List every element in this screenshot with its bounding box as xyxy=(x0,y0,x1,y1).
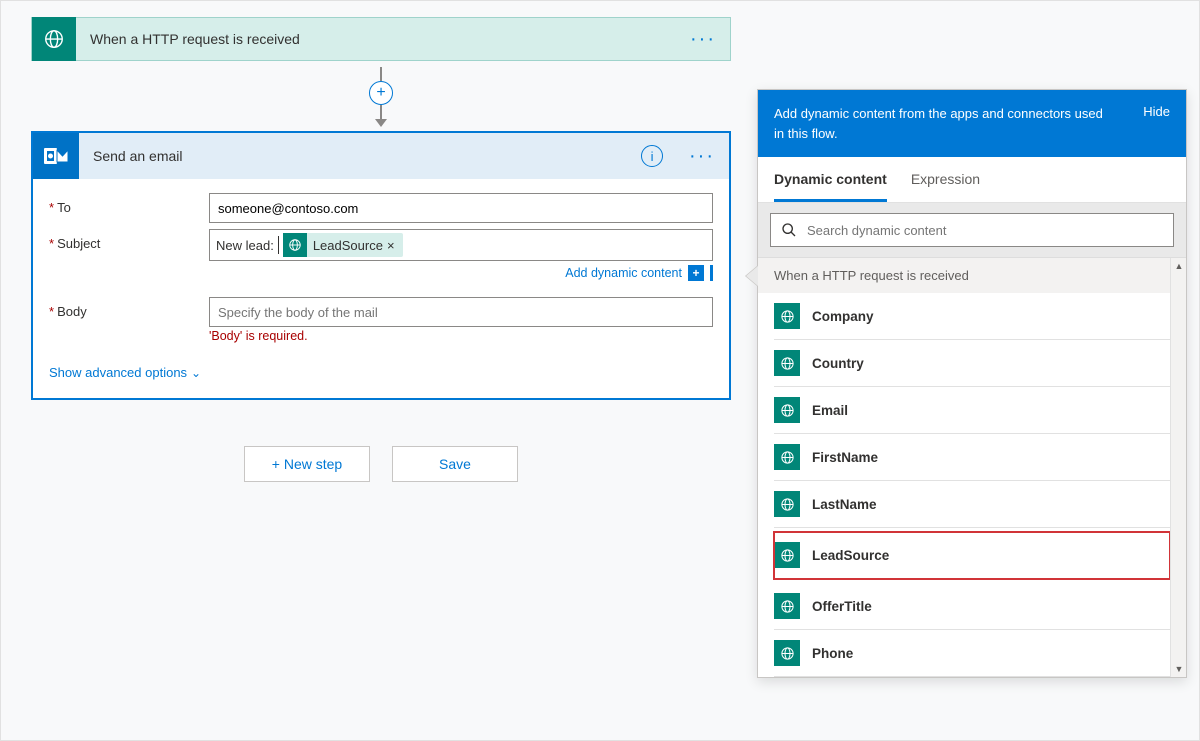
outlook-icon xyxy=(33,133,79,179)
dynamic-item-firstname[interactable]: FirstName xyxy=(774,434,1170,481)
to-label: *To xyxy=(49,193,209,215)
connector-arrow: + xyxy=(31,67,731,127)
send-email-header[interactable]: Send an email i ··· xyxy=(33,133,729,179)
dynamic-item-label: LeadSource xyxy=(812,548,889,563)
http-trigger-icon xyxy=(774,491,800,517)
subject-input[interactable]: New lead: LeadSource × xyxy=(209,229,713,261)
insert-marker-icon xyxy=(710,265,713,281)
http-trigger-icon xyxy=(283,233,307,257)
dynamic-item-label: Country xyxy=(812,356,864,371)
send-email-card: Send an email i ··· *To *Subject New lea… xyxy=(31,131,731,400)
trigger-menu-icon[interactable]: ··· xyxy=(676,28,730,51)
http-trigger-icon xyxy=(32,17,76,61)
add-step-inline-button[interactable]: + xyxy=(369,81,393,105)
http-trigger-icon xyxy=(774,350,800,376)
show-advanced-options-link[interactable]: Show advanced options ⌄ xyxy=(49,365,201,380)
scrollbar[interactable]: ▲ ▼ xyxy=(1170,258,1186,677)
text-cursor xyxy=(278,236,279,254)
dynamic-item-label: OfferTitle xyxy=(812,599,872,614)
dynamic-content-scroll: When a HTTP request is received Company C… xyxy=(758,258,1186,677)
add-dynamic-content-link[interactable]: Add dynamic content + xyxy=(565,265,713,281)
subject-text-prefix: New lead: xyxy=(216,238,274,253)
body-error-text: 'Body' is required. xyxy=(209,329,713,343)
dynamic-item-label: FirstName xyxy=(812,450,878,465)
search-icon xyxy=(781,222,797,238)
leadsource-token[interactable]: LeadSource × xyxy=(283,233,403,257)
tab-expression[interactable]: Expression xyxy=(911,157,980,202)
http-trigger-icon xyxy=(774,303,800,329)
subject-label: *Subject xyxy=(49,229,209,251)
dynamic-item-country[interactable]: Country xyxy=(774,340,1170,387)
body-input[interactable] xyxy=(209,297,713,327)
scroll-up-icon[interactable]: ▲ xyxy=(1171,258,1186,274)
http-trigger-icon xyxy=(774,542,800,568)
http-trigger-icon xyxy=(774,397,800,423)
send-email-menu-icon[interactable]: ··· xyxy=(675,145,729,168)
token-label: LeadSource xyxy=(313,238,383,253)
token-remove-icon[interactable]: × xyxy=(387,238,395,253)
scroll-down-icon[interactable]: ▼ xyxy=(1171,661,1186,677)
dynamic-item-label: LastName xyxy=(812,497,877,512)
dynamic-item-label: Phone xyxy=(812,646,853,661)
dynamic-item-offertitle[interactable]: OfferTitle xyxy=(774,583,1170,630)
dynamic-item-phone[interactable]: Phone xyxy=(774,630,1170,677)
save-button[interactable]: Save xyxy=(392,446,518,482)
trigger-title: When a HTTP request is received xyxy=(90,31,676,47)
dynamic-item-company[interactable]: Company xyxy=(774,293,1170,340)
search-dynamic-content[interactable] xyxy=(770,213,1174,247)
http-trigger-icon xyxy=(774,640,800,666)
trigger-card[interactable]: When a HTTP request is received ··· xyxy=(31,17,731,61)
panel-header-text: Add dynamic content from the apps and co… xyxy=(774,104,1104,143)
chevron-down-icon: ⌄ xyxy=(191,366,201,380)
panel-header: Add dynamic content from the apps and co… xyxy=(758,90,1186,157)
search-input[interactable] xyxy=(807,223,1163,238)
send-email-title: Send an email xyxy=(93,148,641,164)
dynamic-item-leadsource[interactable]: LeadSource xyxy=(774,532,1170,579)
http-trigger-icon xyxy=(774,593,800,619)
dynamic-item-lastname[interactable]: LastName xyxy=(774,481,1170,528)
to-input[interactable] xyxy=(209,193,713,223)
plus-icon: + xyxy=(688,265,704,281)
add-dynamic-content-text: Add dynamic content xyxy=(565,266,682,280)
dynamic-item-label: Email xyxy=(812,403,848,418)
body-label: *Body xyxy=(49,297,209,319)
http-trigger-icon xyxy=(774,444,800,470)
dynamic-content-panel: Add dynamic content from the apps and co… xyxy=(757,89,1187,678)
panel-pointer-icon xyxy=(746,266,758,286)
new-step-button[interactable]: + New step xyxy=(244,446,370,482)
hide-panel-link[interactable]: Hide xyxy=(1143,104,1170,119)
info-icon[interactable]: i xyxy=(641,145,663,167)
dynamic-group-header: When a HTTP request is received xyxy=(758,258,1186,293)
tab-dynamic-content[interactable]: Dynamic content xyxy=(774,157,887,202)
dynamic-item-label: Company xyxy=(812,309,874,324)
dynamic-item-email[interactable]: Email xyxy=(774,387,1170,434)
